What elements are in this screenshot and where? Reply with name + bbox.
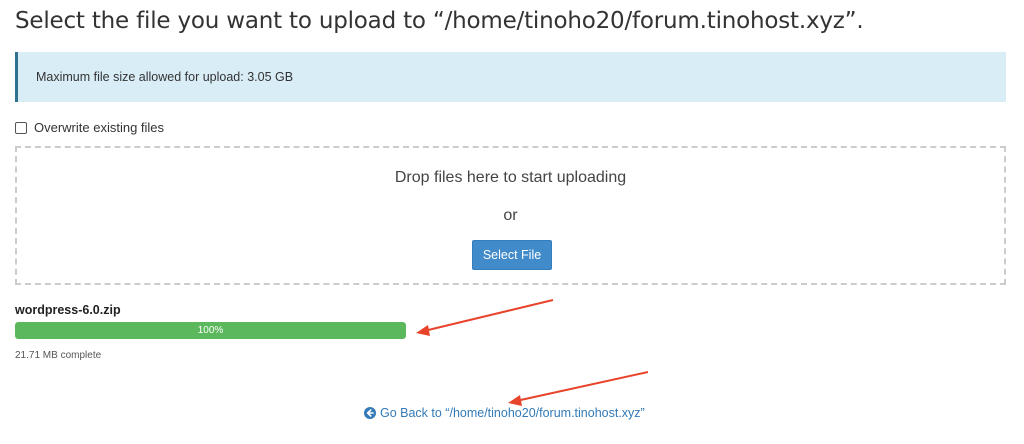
file-drop-zone[interactable]: Drop files here to start uploading or Se…	[15, 146, 1006, 285]
upload-progress-bar: 100%	[15, 322, 406, 339]
max-file-size-text: Maximum file size allowed for upload: 3.…	[36, 70, 294, 84]
select-file-button[interactable]: Select File	[472, 240, 552, 270]
uploaded-file-name: wordpress-6.0.zip	[15, 303, 121, 317]
arrow-circle-left-icon	[364, 407, 376, 419]
go-back-text: Go Back to “/home/tinoho20/forum.tinohos…	[380, 406, 645, 420]
overwrite-option[interactable]: Overwrite existing files	[15, 120, 164, 135]
annotation-arrow-go-back-icon	[508, 371, 649, 406]
drop-instructions: Drop files here to start uploading	[394, 169, 627, 186]
go-back-link[interactable]: Go Back to “/home/tinoho20/forum.tinohos…	[364, 406, 645, 420]
annotation-arrow-progress-icon	[416, 299, 554, 336]
overwrite-label: Overwrite existing files	[34, 120, 165, 135]
upload-progress-fill: 100%	[15, 322, 406, 339]
upload-progress-label: 100%	[197, 325, 224, 336]
max-file-size-notice: Maximum file size allowed for upload: 3.…	[15, 52, 1006, 102]
upload-status: 21.71 MB complete	[15, 350, 102, 361]
overwrite-checkbox[interactable]	[15, 122, 27, 134]
page-title: Select the file you want to upload to “/…	[15, 8, 864, 34]
or-separator: or	[503, 207, 518, 224]
